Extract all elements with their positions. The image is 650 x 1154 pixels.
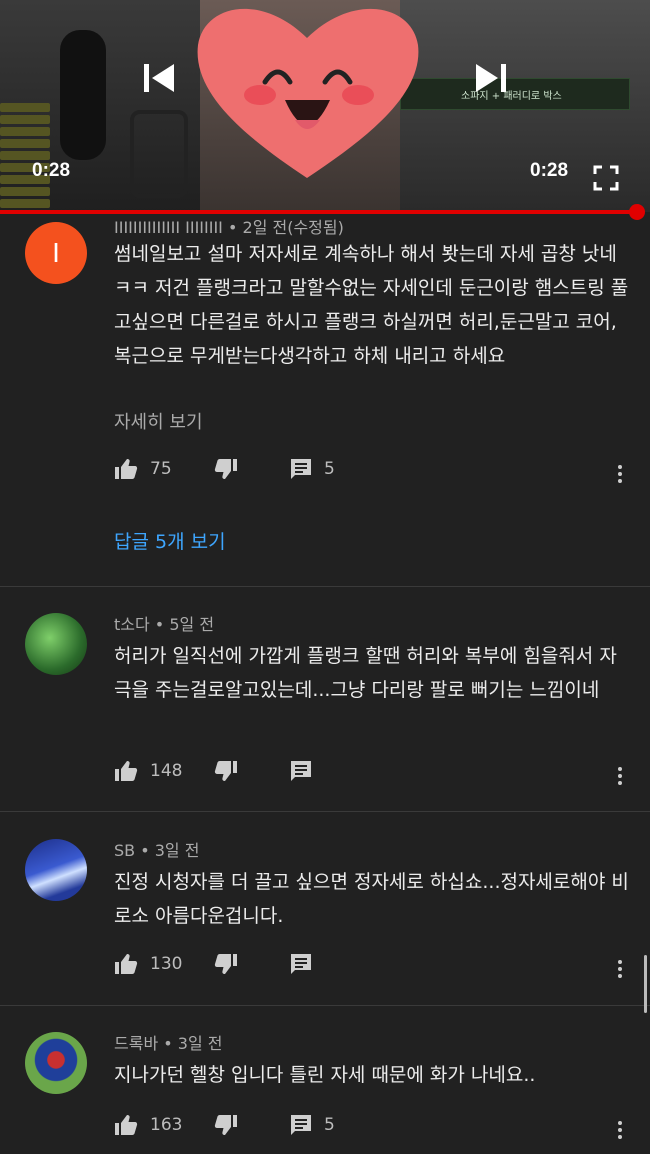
view-replies-link[interactable]: 답글 5개 보기 (114, 527, 226, 554)
dislike-button[interactable] (214, 1114, 238, 1136)
thumb-up-icon (115, 459, 138, 479)
comment-meta: 드록바 • 3일 전 (114, 1034, 223, 1053)
chair-image (130, 110, 188, 198)
comment-text: 지나가던 헬창 입니다 틀린 자세 때문에 화가 나네요.. (114, 1064, 536, 1086)
more-vert-icon[interactable] (618, 764, 626, 788)
scrollbar[interactable] (644, 955, 647, 1013)
more-vert-icon[interactable] (618, 462, 626, 486)
comment-text: 썸네일보고 설마 저자세로 계속하나 해서 봣는데 자세 곱창 낫네 ㅋㅋ 저건… (114, 243, 629, 367)
comment-text: 허리가 일직선에 가깝게 플랭크 할땐 허리와 복부에 힘을줘서 자극을 주는걸… (114, 645, 617, 701)
divider (0, 1005, 650, 1006)
thumb-down-icon (214, 761, 237, 781)
reply-button[interactable] (290, 953, 312, 975)
avatar[interactable] (25, 839, 87, 901)
comment-actions: 163 5 (114, 1114, 634, 1144)
avatar[interactable] (25, 613, 87, 675)
like-button[interactable]: 75 (114, 458, 172, 480)
reply-count: 5 (324, 1115, 335, 1135)
duration-time: 0:28 (530, 160, 569, 181)
reply-button[interactable]: 5 (290, 1114, 335, 1136)
avatar[interactable]: I (25, 222, 87, 284)
comment-age: 3일 전 (154, 841, 200, 860)
dislike-button[interactable] (214, 953, 238, 975)
thumb-down-icon (214, 1115, 237, 1135)
skip-next-icon[interactable] (472, 58, 510, 105)
like-count: 130 (150, 954, 183, 974)
current-time: 0:28 (32, 160, 71, 181)
comment-icon (291, 1115, 311, 1135)
comment-icon (291, 761, 311, 781)
fullscreen-icon[interactable] (593, 158, 619, 198)
thumb-up-icon (115, 1115, 138, 1135)
divider (0, 811, 650, 812)
comment-author[interactable]: 드록바 (114, 1034, 158, 1053)
thumb-down-icon (214, 954, 237, 974)
comment-author[interactable]: t소다 (114, 615, 150, 634)
skip-previous-icon[interactable] (140, 58, 178, 105)
stream-overlay-box: 소파지 + 패러디로 박스 (400, 78, 630, 110)
like-count: 163 (150, 1115, 183, 1135)
stream-chat-overlay (0, 100, 60, 211)
comment-meta: SB • 3일 전 (114, 841, 200, 860)
reply-count: 5 (324, 459, 335, 479)
comment-actions: 130 (114, 953, 634, 983)
comment-age: 3일 전 (177, 1034, 223, 1053)
read-more-link[interactable]: 자세히 보기 (114, 408, 203, 434)
comment-author[interactable]: SB (114, 841, 135, 860)
more-vert-icon[interactable] (618, 1118, 626, 1142)
comment-age: 2일 전(수정됨) (242, 218, 344, 237)
scrubber-handle[interactable] (629, 204, 645, 220)
reply-button[interactable] (290, 760, 312, 782)
like-count: 75 (150, 459, 172, 479)
divider (0, 586, 650, 587)
video-player[interactable]: 소파지 + 패러디로 박스 0:28 0:28 (0, 0, 650, 212)
avatar[interactable] (25, 1032, 87, 1094)
microphone-image (60, 30, 106, 160)
comment-actions: 148 (114, 760, 634, 790)
reply-button[interactable]: 5 (290, 458, 335, 480)
more-vert-icon[interactable] (618, 957, 626, 981)
video-frame-left (0, 0, 200, 212)
comment-text: 진정 시청자를 더 끌고 싶으면 정자세로 하십쇼...정자세로해야 비로소 아… (114, 871, 629, 927)
comment-author[interactable]: IIIIIIIIIIIIII IIIIIIII (114, 218, 223, 237)
dislike-button[interactable] (214, 760, 238, 782)
thumb-up-icon (115, 954, 138, 974)
like-button[interactable]: 148 (114, 760, 182, 782)
like-count: 148 (150, 761, 183, 781)
thumb-down-icon (214, 459, 237, 479)
comment-meta: t소다 • 5일 전 (114, 615, 215, 634)
comment-icon (291, 459, 311, 479)
comment-icon (291, 954, 311, 974)
comment-age: 5일 전 (169, 615, 215, 634)
like-button[interactable]: 163 (114, 1114, 182, 1136)
heart-sticker (197, 8, 419, 179)
comment-meta: IIIIIIIIIIIIII IIIIIIII • 2일 전(수정됨) (114, 218, 344, 237)
dislike-button[interactable] (214, 458, 238, 480)
avatar-letter: I (52, 237, 60, 268)
thumb-up-icon (115, 761, 138, 781)
like-button[interactable]: 130 (114, 953, 182, 975)
comment-actions: 75 5 (114, 458, 634, 488)
